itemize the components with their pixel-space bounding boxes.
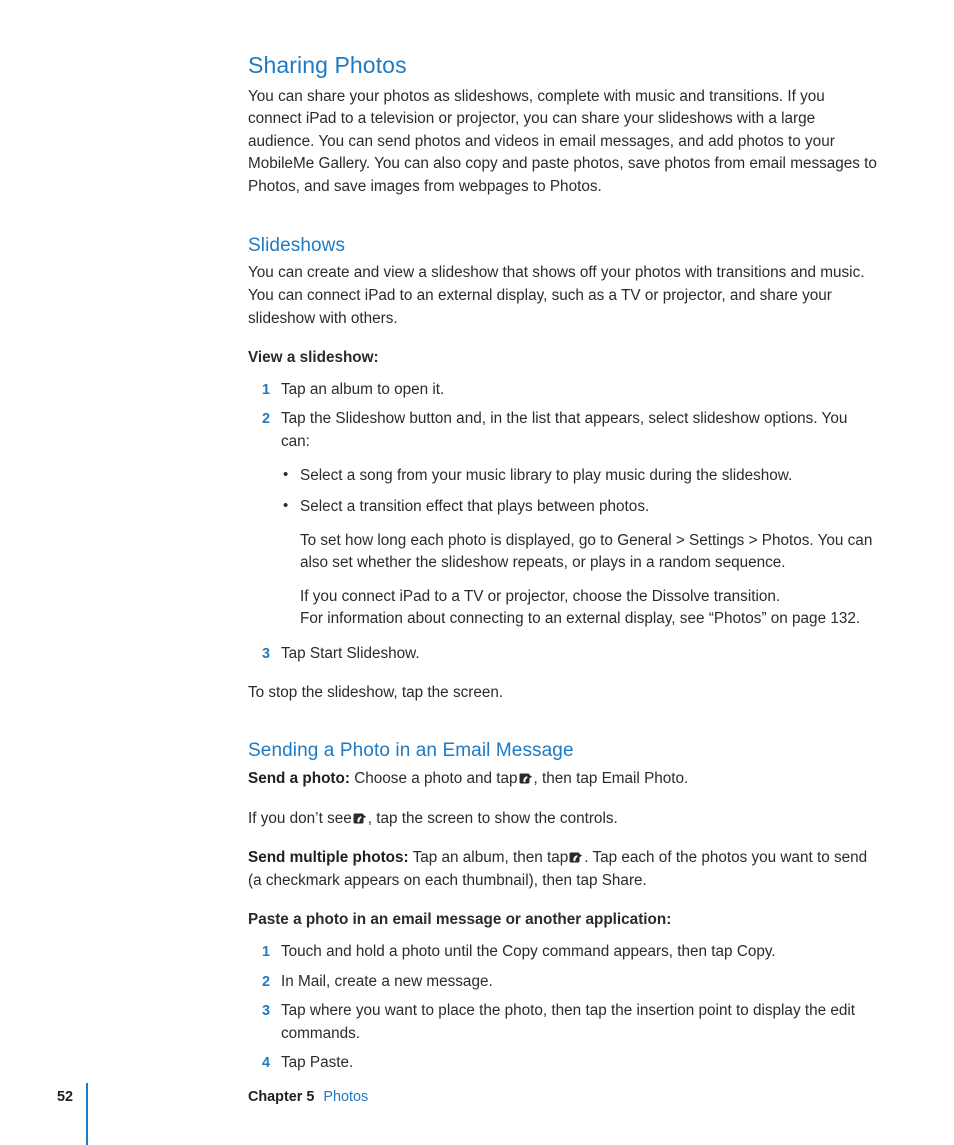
step-number: 3 bbox=[261, 646, 270, 663]
page-content: Sharing Photos You can share your photos… bbox=[248, 52, 878, 1082]
bullet-text: Select a transition effect that plays be… bbox=[300, 498, 650, 516]
share-export-icon bbox=[519, 772, 533, 785]
send-a-photo-text-before: Choose a photo and tap bbox=[354, 770, 518, 788]
list-item: • Select a song from your music library … bbox=[281, 465, 878, 488]
share-export-icon bbox=[353, 812, 367, 825]
step-text: In Mail, create a new message. bbox=[281, 972, 493, 990]
section-intro-paragraph: You can share your photos as slideshows,… bbox=[248, 87, 877, 195]
list-item: 1 Touch and hold a photo until the Copy … bbox=[248, 941, 878, 964]
manual-page: Sharing Photos You can share your photos… bbox=[0, 0, 954, 1145]
no-icon-paragraph: If you don’t see , tap the screen to show… bbox=[248, 808, 878, 831]
no-icon-text-after: , tap the screen to show the controls. bbox=[367, 809, 618, 827]
step-number: 3 bbox=[261, 1003, 270, 1020]
bullet-text: Select a song from your music library to… bbox=[300, 466, 793, 484]
list-item: 3 Tap where you want to place the photo,… bbox=[248, 1000, 878, 1045]
share-export-icon bbox=[569, 851, 583, 864]
page-number: 52 bbox=[57, 1089, 74, 1105]
slideshow-note-dissolve: If you connect iPad to a TV or projector… bbox=[300, 587, 781, 605]
subsection-title-slideshows: Slideshows bbox=[248, 234, 346, 256]
slideshow-options-bullets: • Select a song from your music library … bbox=[281, 465, 878, 519]
send-a-photo-paragraph: Send a photo: Choose a photo and tap , th… bbox=[248, 768, 878, 791]
slideshow-note-external-display: For information about connecting to an e… bbox=[300, 610, 861, 628]
step-text: Tap Start Slideshow. bbox=[281, 645, 420, 663]
runin-label-send-multiple-photos: Send multiple photos: bbox=[248, 849, 409, 867]
procedure-label-paste-photo: Paste a photo in an email message or ano… bbox=[248, 911, 672, 929]
step-number: 1 bbox=[261, 944, 270, 961]
procedure-label-view-slideshow: View a slideshow: bbox=[248, 349, 379, 367]
step-text: Tap the Slideshow button and, in the lis… bbox=[281, 410, 848, 450]
slideshow-closing-paragraph: To stop the slideshow, tap the screen. bbox=[248, 683, 504, 701]
chapter-number-label: Chapter 5 bbox=[248, 1089, 315, 1105]
step-text: Tap Paste. bbox=[281, 1054, 354, 1072]
no-icon-text-before: If you don’t see bbox=[248, 809, 352, 827]
page-footer: 52 Chapter 5 Photos bbox=[0, 1083, 954, 1145]
chapter-name-label: Photos bbox=[323, 1089, 369, 1105]
list-item: 2 In Mail, create a new message. bbox=[248, 971, 878, 994]
send-multiple-photos-paragraph: Send multiple photos: Tap an album, then… bbox=[248, 847, 878, 892]
step-number: 1 bbox=[261, 381, 270, 398]
bullet-icon: • bbox=[283, 465, 289, 483]
runin-label-send-a-photo: Send a photo: bbox=[248, 770, 350, 788]
step-text: Tap where you want to place the photo, t… bbox=[281, 1002, 856, 1042]
footer-divider-rule bbox=[86, 1083, 88, 1145]
step-number: 2 bbox=[261, 411, 270, 428]
bullet-icon: • bbox=[283, 497, 289, 515]
list-item: 2 Tap the Slideshow button and, in the l… bbox=[248, 408, 878, 631]
send-multiple-text-before: Tap an album, then tap bbox=[412, 849, 569, 867]
slideshow-note-duration: To set how long each photo is displayed,… bbox=[300, 531, 873, 572]
footer-chapter-label: Chapter 5 Photos bbox=[248, 1089, 368, 1105]
subsection-title-email: Sending a Photo in an Email Message bbox=[248, 740, 574, 762]
step-number: 2 bbox=[261, 973, 270, 990]
step-number: 4 bbox=[261, 1055, 270, 1072]
list-item: 1 Tap an album to open it. bbox=[248, 379, 878, 402]
send-a-photo-text-after: , then tap Email Photo. bbox=[533, 770, 689, 788]
list-item: 3 Tap Start Slideshow. bbox=[248, 643, 878, 666]
page-title: Sharing Photos bbox=[248, 52, 407, 78]
step-text: Touch and hold a photo until the Copy co… bbox=[281, 943, 776, 961]
list-item: • Select a transition effect that plays … bbox=[281, 496, 878, 519]
list-item: 4 Tap Paste. bbox=[248, 1052, 878, 1075]
paste-steps-list: 1 Touch and hold a photo until the Copy … bbox=[248, 941, 878, 1075]
slideshow-steps-list: 1 Tap an album to open it. 2 Tap the Sli… bbox=[248, 379, 878, 666]
step-text: Tap an album to open it. bbox=[281, 380, 445, 398]
slideshows-intro-paragraph: You can create and view a slideshow that… bbox=[248, 264, 865, 327]
